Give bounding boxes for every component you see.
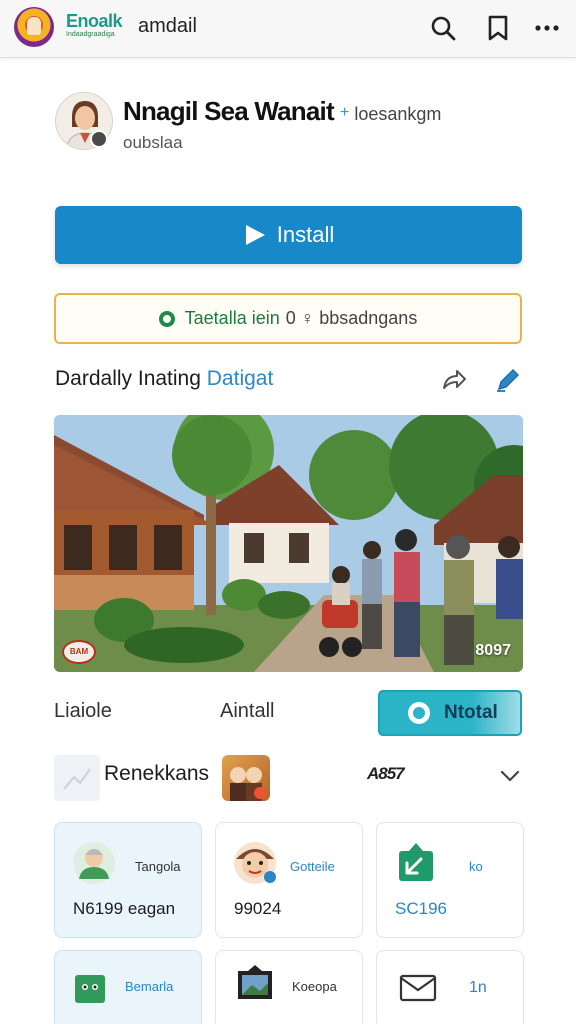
photo-tag: 8097 [475, 642, 511, 659]
share-icon[interactable] [440, 366, 468, 394]
arrow-tile-icon [399, 843, 433, 881]
card-2-value: 99024 [234, 899, 282, 918]
card-5-label: Koeopa [292, 979, 337, 994]
verified-badge-icon [90, 130, 108, 148]
search-icon[interactable] [429, 14, 457, 42]
toggle-button[interactable]: Ntotal [378, 690, 522, 736]
recommendations-thumbnail[interactable] [222, 755, 270, 801]
card-6[interactable]: 1n [376, 950, 524, 1024]
brand-main: Enoalk [66, 11, 123, 31]
status-dot-icon [158, 310, 175, 327]
card-2-label: Gotteile [290, 859, 335, 874]
notice-bar[interactable]: Taetalla iein 0 ♀ bbsadngans [54, 293, 522, 344]
install-button[interactable]: Install [55, 206, 522, 264]
character-avatar-icon [234, 842, 276, 884]
developer-name[interactable]: loesankgm [354, 104, 441, 124]
title-separator: + [339, 104, 349, 122]
target-icon [408, 702, 430, 724]
more-icon[interactable] [533, 14, 561, 42]
brand-wordmark: Enoalk Indaadgraadiga [66, 12, 130, 39]
card-3[interactable]: ko SC196 [376, 822, 524, 938]
user-avatar-icon [73, 842, 115, 884]
brand-sub: Indaadgraadiga [66, 31, 115, 38]
row-label-middle[interactable]: Aintall [220, 700, 274, 723]
card-3-value: SC196 [395, 899, 447, 918]
chevron-down-icon[interactable] [498, 764, 522, 788]
top-app-bar: Enoalk Indaadgraadiga amdail [0, 0, 576, 58]
recommendations-icon [54, 755, 100, 801]
notice-gray-text: 0 ♀ bbsadngans [285, 308, 418, 328]
card-1[interactable]: Tangola N6199 eagan [54, 822, 202, 938]
mail-icon [399, 974, 437, 1002]
section-title: Dardally Inating Datigat [55, 367, 273, 391]
edit-pen-icon[interactable] [494, 366, 522, 394]
app-subtitle: oubslaa [123, 133, 183, 152]
card-5[interactable]: Koeopa [215, 950, 363, 1024]
app-bar-title: amdail [138, 15, 197, 37]
bookmark-icon[interactable] [484, 14, 512, 42]
section-title-plain: Dardally Inating [55, 367, 201, 390]
app-title: Nnagil Sea Wanait + loesankgm [123, 96, 441, 129]
row-label-left[interactable]: Liaiole [54, 700, 112, 723]
picture-frame-icon [238, 965, 272, 999]
recommendations-stamp: A857 [367, 764, 405, 783]
notice-green-text: Taetalla iein [184, 308, 280, 328]
play-icon [245, 225, 265, 245]
app-title-text: Nnagil Sea Wanait [123, 96, 335, 126]
card-2[interactable]: Gotteile 99024 [215, 822, 363, 938]
section-title-accent: Datigat [206, 367, 274, 390]
photo-badge: BAM [62, 640, 96, 664]
card-1-value: N6199 eagan [73, 899, 176, 918]
card-4[interactable]: Bemarla [54, 950, 202, 1024]
card-6-label: 1n [469, 979, 487, 996]
card-1-label: Tangola [135, 859, 181, 874]
card-3-label: ko [469, 859, 483, 874]
toggle-button-label: Ntotal [444, 702, 498, 723]
install-button-label: Install [276, 222, 335, 247]
game-character-icon [75, 975, 105, 1003]
card-4-label: Bemarla [125, 979, 174, 994]
screenshot-photo[interactable]: BAM 8097 [54, 415, 523, 672]
app-logo[interactable] [14, 7, 54, 47]
recommendations-title: Renekkans [104, 762, 210, 785]
